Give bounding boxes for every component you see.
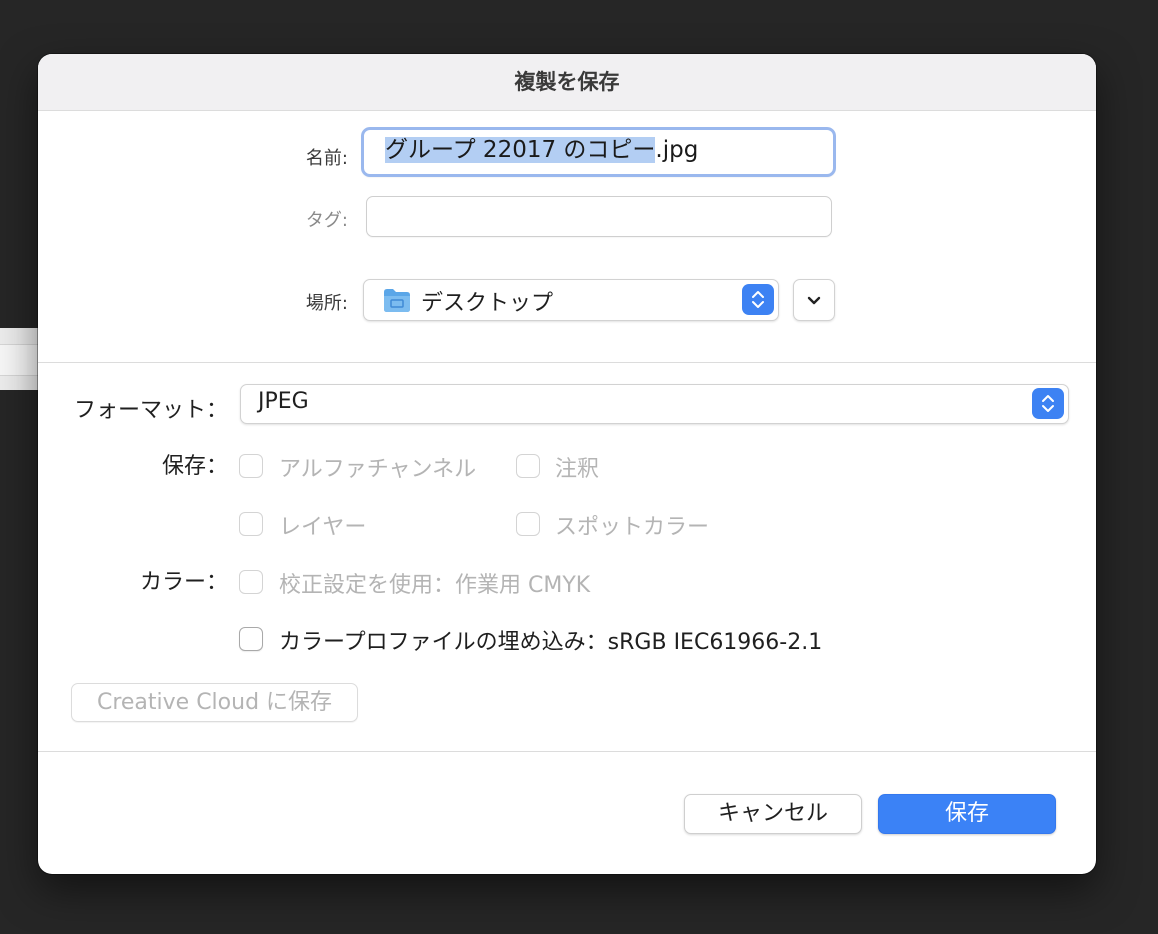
section-divider-top — [38, 362, 1096, 363]
embed-color-profile-label: カラープロファイルの埋め込み：sRGB IEC61966-2.1 — [279, 630, 823, 655]
name-field[interactable]: グループ 22017 のコピー.jpg — [361, 127, 836, 177]
layers-label: レイヤー — [279, 515, 367, 540]
save-options-label: 保存： — [161, 454, 228, 479]
spot-colors-label: スポットカラー — [555, 515, 710, 540]
format-label: フォーマット： — [73, 398, 228, 423]
color-options-label: カラー： — [139, 570, 228, 595]
chevron-down-icon — [807, 296, 821, 305]
layers-checkbox[interactable] — [239, 512, 263, 536]
format-stepper[interactable] — [1032, 388, 1064, 419]
tags-field[interactable] — [366, 196, 832, 237]
name-value-extension: .jpg — [655, 137, 699, 163]
tags-label: タグ: — [305, 210, 348, 231]
location-label: 場所: — [305, 293, 348, 314]
use-proof-setup-label: 校正設定を使用：作業用 CMYK — [279, 573, 591, 598]
embed-color-profile-checkbox[interactable] — [239, 627, 263, 651]
dialog-title: 複製を保存 — [38, 54, 1096, 111]
location-stepper[interactable] — [742, 284, 774, 315]
save-to-creative-cloud-button[interactable]: Creative Cloud に保存 — [71, 683, 358, 722]
save-copy-dialog: 複製を保存 名前: グループ 22017 のコピー.jpg タグ: 場所: デス… — [38, 54, 1096, 874]
alpha-channel-label: アルファチャンネル — [279, 457, 477, 482]
annotations-label: 注釈 — [555, 457, 600, 482]
save-button[interactable]: 保存 — [878, 794, 1056, 834]
folder-icon — [384, 289, 410, 312]
up-down-chevron-icon — [1042, 395, 1054, 412]
location-popup[interactable]: デスクトップ — [363, 279, 779, 321]
alpha-channel-checkbox[interactable] — [239, 454, 263, 478]
name-value: グループ 22017 のコピー.jpg — [385, 134, 698, 166]
spot-colors-checkbox[interactable] — [516, 512, 540, 536]
name-value-selected: グループ 22017 のコピー — [385, 137, 656, 163]
name-label: 名前: — [305, 148, 348, 169]
cancel-button[interactable]: キャンセル — [684, 794, 862, 834]
annotations-checkbox[interactable] — [516, 454, 540, 478]
location-value: デスクトップ — [421, 291, 554, 316]
section-divider-bottom — [38, 751, 1096, 752]
use-proof-setup-checkbox[interactable] — [239, 570, 263, 594]
format-popup[interactable]: JPEG — [240, 384, 1069, 424]
up-down-chevron-icon — [752, 291, 764, 308]
expand-browser-button[interactable] — [793, 279, 835, 321]
format-value: JPEG — [258, 389, 309, 414]
